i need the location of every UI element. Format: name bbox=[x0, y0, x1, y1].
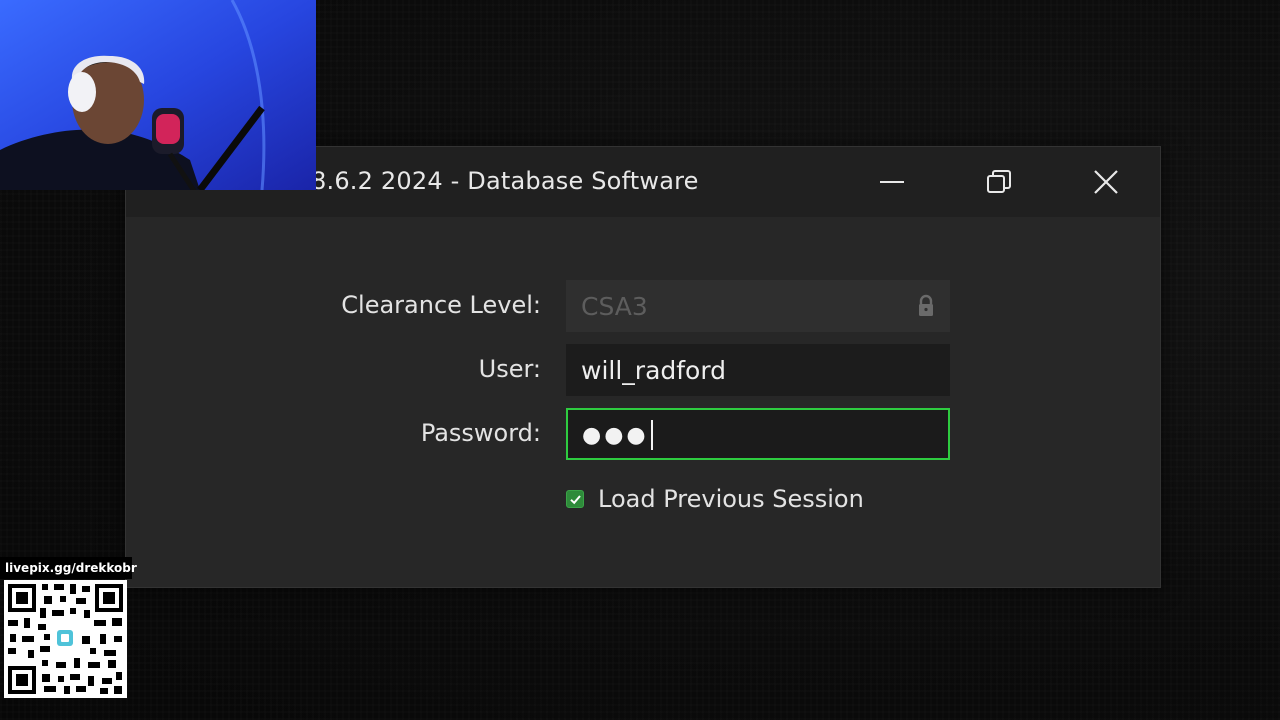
lock-icon bbox=[919, 294, 933, 316]
clearance-value: CSA3 bbox=[581, 291, 648, 321]
login-window: ian 8.6.2 2024 - Database Software Clear… bbox=[125, 146, 1161, 588]
user-field[interactable]: will_radford bbox=[566, 344, 950, 396]
clearance-row: Clearance Level: CSA3 bbox=[126, 280, 1160, 332]
close-button[interactable] bbox=[1078, 157, 1134, 207]
qr-code-image bbox=[4, 580, 127, 698]
load-session-label: Load Previous Session bbox=[598, 485, 864, 513]
minimize-icon bbox=[880, 181, 904, 183]
close-icon bbox=[1094, 170, 1118, 194]
password-masked-value: ●●● bbox=[582, 422, 649, 448]
restore-icon bbox=[987, 170, 1011, 193]
load-session-checkbox[interactable] bbox=[566, 490, 584, 508]
user-value: will_radford bbox=[581, 355, 727, 385]
minimize-button[interactable] bbox=[864, 157, 920, 207]
window-title: ian 8.6.2 2024 - Database Software bbox=[266, 167, 699, 195]
restore-button[interactable] bbox=[971, 157, 1027, 207]
clearance-field: CSA3 bbox=[566, 280, 950, 332]
webcam-overlay bbox=[0, 0, 316, 190]
qr-code bbox=[4, 580, 127, 698]
load-session-toggle[interactable]: Load Previous Session bbox=[566, 485, 864, 513]
webcam-image bbox=[0, 0, 316, 190]
password-field[interactable]: ●●● bbox=[566, 408, 950, 460]
checkmark-icon bbox=[569, 494, 581, 504]
password-label: Password: bbox=[420, 419, 541, 447]
screen: ian 8.6.2 2024 - Database Software Clear… bbox=[0, 0, 1280, 720]
user-row: User: will_radford bbox=[126, 344, 1160, 396]
text-caret bbox=[650, 419, 653, 450]
password-row: Password: ●●● bbox=[126, 408, 1160, 460]
user-label: User: bbox=[478, 355, 541, 383]
donation-url-label: livepix.gg/drekkobr bbox=[0, 557, 137, 579]
clearance-label: Clearance Level: bbox=[341, 291, 541, 319]
